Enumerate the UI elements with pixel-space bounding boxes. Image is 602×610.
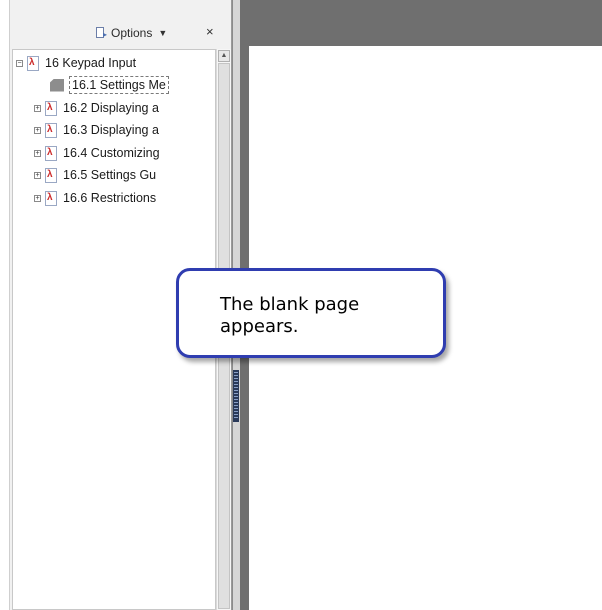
tree-root-item[interactable]: − λ 16 Keypad Input bbox=[16, 53, 136, 73]
expand-icon[interactable]: + bbox=[34, 194, 41, 202]
pdf-bookmark-icon: λ bbox=[44, 122, 58, 138]
close-icon[interactable]: × bbox=[206, 24, 214, 40]
expand-icon[interactable]: + bbox=[34, 171, 41, 179]
tree-item-label: 16.4 Customizing bbox=[63, 146, 160, 160]
callout-text: The blank page appears. bbox=[220, 294, 440, 338]
options-button[interactable]: ▸ Options ▼ bbox=[96, 24, 167, 42]
tree-item-label: 16.5 Settings Gu bbox=[63, 168, 157, 182]
callout-line-1: The blank page bbox=[220, 294, 360, 315]
tree-item-16-6[interactable]: + λ 16.6 Restrictions bbox=[34, 188, 156, 208]
pdf-bookmark-icon: λ bbox=[44, 190, 58, 206]
options-icon: ▸ bbox=[96, 27, 108, 39]
splitter-grip-lines bbox=[234, 372, 238, 420]
collapse-icon[interactable]: − bbox=[16, 59, 23, 67]
tree-item-16-2[interactable]: + λ 16.2 Displaying a bbox=[34, 98, 159, 118]
tree-item-label: 16.6 Restrictions bbox=[63, 191, 157, 205]
bookmarks-toolbar: ▸ Options ▼ × bbox=[10, 0, 231, 42]
tree-item-16-1[interactable]: 16.1 Settings Me bbox=[50, 75, 169, 95]
pdf-bookmark-icon: λ bbox=[26, 55, 40, 71]
options-label: Options bbox=[111, 26, 153, 40]
tree-item-16-5[interactable]: + λ 16.5 Settings Gu bbox=[34, 165, 156, 185]
pdf-bookmark-icon: λ bbox=[44, 167, 58, 183]
tree-item-label: 16.2 Displaying a bbox=[63, 101, 159, 115]
pdf-bookmark-icon: λ bbox=[44, 145, 58, 161]
expand-icon[interactable]: + bbox=[34, 126, 41, 134]
chevron-down-icon: ▼ bbox=[158, 28, 168, 38]
expand-icon[interactable]: + bbox=[34, 104, 41, 112]
callout-line-2: appears. bbox=[220, 316, 299, 337]
tree-item-label: 16.3 Displaying a bbox=[63, 123, 159, 137]
tree-root-label: 16 Keypad Input bbox=[45, 56, 137, 70]
document-toolbar-area bbox=[240, 0, 602, 44]
gray-page-icon bbox=[50, 78, 64, 93]
scroll-up-icon[interactable]: ▲ bbox=[218, 50, 230, 62]
expand-icon[interactable]: + bbox=[34, 149, 41, 157]
tree-item-16-4[interactable]: + λ 16.4 Customizing bbox=[34, 143, 160, 163]
tree-item-16-3[interactable]: + λ 16.3 Displaying a bbox=[34, 120, 159, 140]
tree-item-label: 16.1 Settings Me bbox=[69, 76, 169, 94]
annotation-callout: The blank page appears. bbox=[176, 268, 446, 358]
pdf-bookmark-icon: λ bbox=[44, 100, 58, 116]
